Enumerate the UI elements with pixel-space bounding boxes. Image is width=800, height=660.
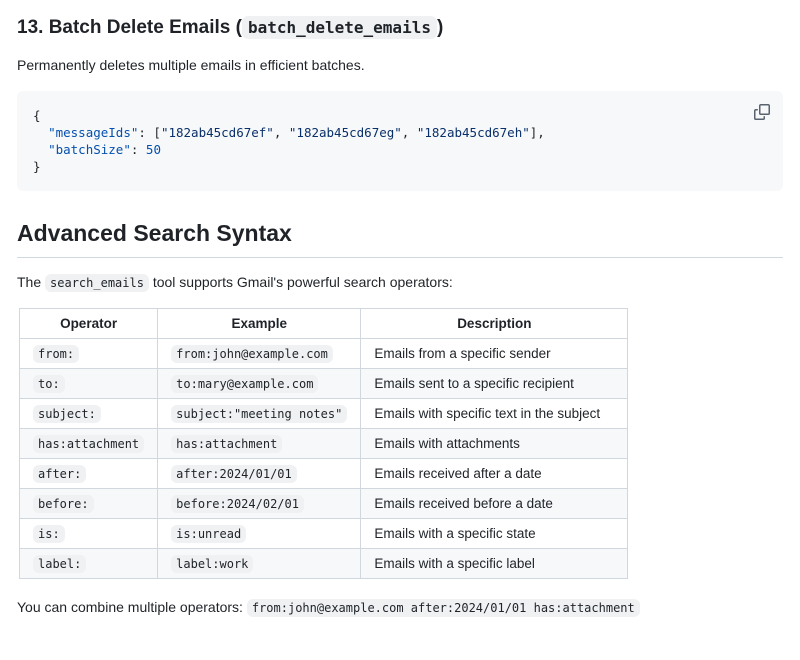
- section-heading-code: batch_delete_emails: [242, 16, 437, 39]
- operator-cell: after:: [20, 459, 158, 489]
- operator-cell: from:: [20, 339, 158, 369]
- example-cell: has:attachment: [158, 429, 361, 459]
- example-code: is:unread: [171, 525, 246, 543]
- description-cell: Emails received after a date: [361, 459, 628, 489]
- operator-code: is:: [33, 525, 65, 543]
- example-code: has:attachment: [171, 435, 282, 453]
- col-header-description: Description: [361, 309, 628, 339]
- section-heading: 13. Batch Delete Emails (batch_delete_em…: [17, 16, 783, 41]
- table-row: from: from:john@example.com Emails from a …: [20, 339, 628, 369]
- description-cell: Emails with a specific state: [361, 519, 628, 549]
- operator-code: from:: [33, 345, 79, 363]
- readme-document: 13. Batch Delete Emails (batch_delete_em…: [0, 0, 800, 636]
- example-cell: is:unread: [158, 519, 361, 549]
- example-cell: to:mary@example.com: [158, 369, 361, 399]
- example-code: to:mary@example.com: [171, 375, 318, 393]
- example-code: subject:"meeting notes": [171, 405, 347, 423]
- combine-code: from:john@example.com after:2024/01/01 h…: [247, 599, 640, 617]
- description-cell: Emails from a specific sender: [361, 339, 628, 369]
- table-row: label: label:work Emails with a specific l…: [20, 549, 628, 579]
- operator-cell: has:attachment: [20, 429, 158, 459]
- operator-code: before:: [33, 495, 94, 513]
- search-operators-tbody: from: from:john@example.com Emails from a …: [20, 339, 628, 579]
- example-code: after:2024/01/01: [171, 465, 297, 483]
- description-cell: Emails with a specific label: [361, 549, 628, 579]
- combine-paragraph: You can combine multiple operators: from…: [17, 597, 783, 617]
- operator-code: subject:: [33, 405, 101, 423]
- table-row: to: to:mary@example.com Emails sent to a s…: [20, 369, 628, 399]
- operator-cell: subject:: [20, 399, 158, 429]
- operator-cell: is:: [20, 519, 158, 549]
- operator-code: after:: [33, 465, 86, 483]
- search-operators-table: Operator Example Description from: from:j…: [19, 308, 628, 579]
- advanced-search-heading: Advanced Search Syntax: [17, 219, 783, 258]
- intro-paragraph: The search_emails tool supports Gmail's …: [17, 272, 783, 292]
- copy-icon: [754, 108, 770, 123]
- section-heading-suffix: ): [437, 17, 443, 38]
- copy-button[interactable]: [749, 99, 775, 125]
- operator-code: has:attachment: [33, 435, 144, 453]
- section-description: Permanently deletes multiple emails in e…: [17, 55, 783, 75]
- intro-suffix: tool supports Gmail's powerful search op…: [149, 274, 453, 290]
- table-row: before: before:2024/02/01 Emails received …: [20, 489, 628, 519]
- example-cell: before:2024/02/01: [158, 489, 361, 519]
- table-row: has:attachment has:attachment Emails with …: [20, 429, 628, 459]
- header-row: Operator Example Description: [20, 309, 628, 339]
- code-lines: { "messageIds": ["182ab45cd67ef", "182ab…: [33, 108, 545, 174]
- table-row: after: after:2024/01/01 Emails received af…: [20, 459, 628, 489]
- table-row: is: is:unread Emails with a specific state: [20, 519, 628, 549]
- example-cell: from:john@example.com: [158, 339, 361, 369]
- operator-cell: before:: [20, 489, 158, 519]
- intro-code: search_emails: [45, 274, 149, 292]
- example-code: label:work: [171, 555, 253, 573]
- description-cell: Emails with attachments: [361, 429, 628, 459]
- example-cell: subject:"meeting notes": [158, 399, 361, 429]
- operator-cell: to:: [20, 369, 158, 399]
- example-code: from:john@example.com: [171, 345, 333, 363]
- code-content: { "messageIds": ["182ab45cd67ef", "182ab…: [33, 107, 767, 175]
- example-cell: after:2024/01/01: [158, 459, 361, 489]
- intro-prefix: The: [17, 274, 45, 290]
- col-header-example: Example: [158, 309, 361, 339]
- table-header: Operator Example Description: [20, 309, 628, 339]
- section-heading-prefix: 13. Batch Delete Emails (: [17, 17, 242, 38]
- operator-cell: label:: [20, 549, 158, 579]
- example-cell: label:work: [158, 549, 361, 579]
- operator-code: to:: [33, 375, 65, 393]
- description-cell: Emails sent to a specific recipient: [361, 369, 628, 399]
- example-code: before:2024/02/01: [171, 495, 304, 513]
- description-cell: Emails received before a date: [361, 489, 628, 519]
- description-cell: Emails with specific text in the subject: [361, 399, 628, 429]
- combine-prefix: You can combine multiple operators:: [17, 599, 247, 615]
- col-header-operator: Operator: [20, 309, 158, 339]
- operator-code: label:: [33, 555, 86, 573]
- table-row: subject: subject:"meeting notes" Emails wi…: [20, 399, 628, 429]
- json-code-block: { "messageIds": ["182ab45cd67ef", "182ab…: [17, 91, 783, 191]
